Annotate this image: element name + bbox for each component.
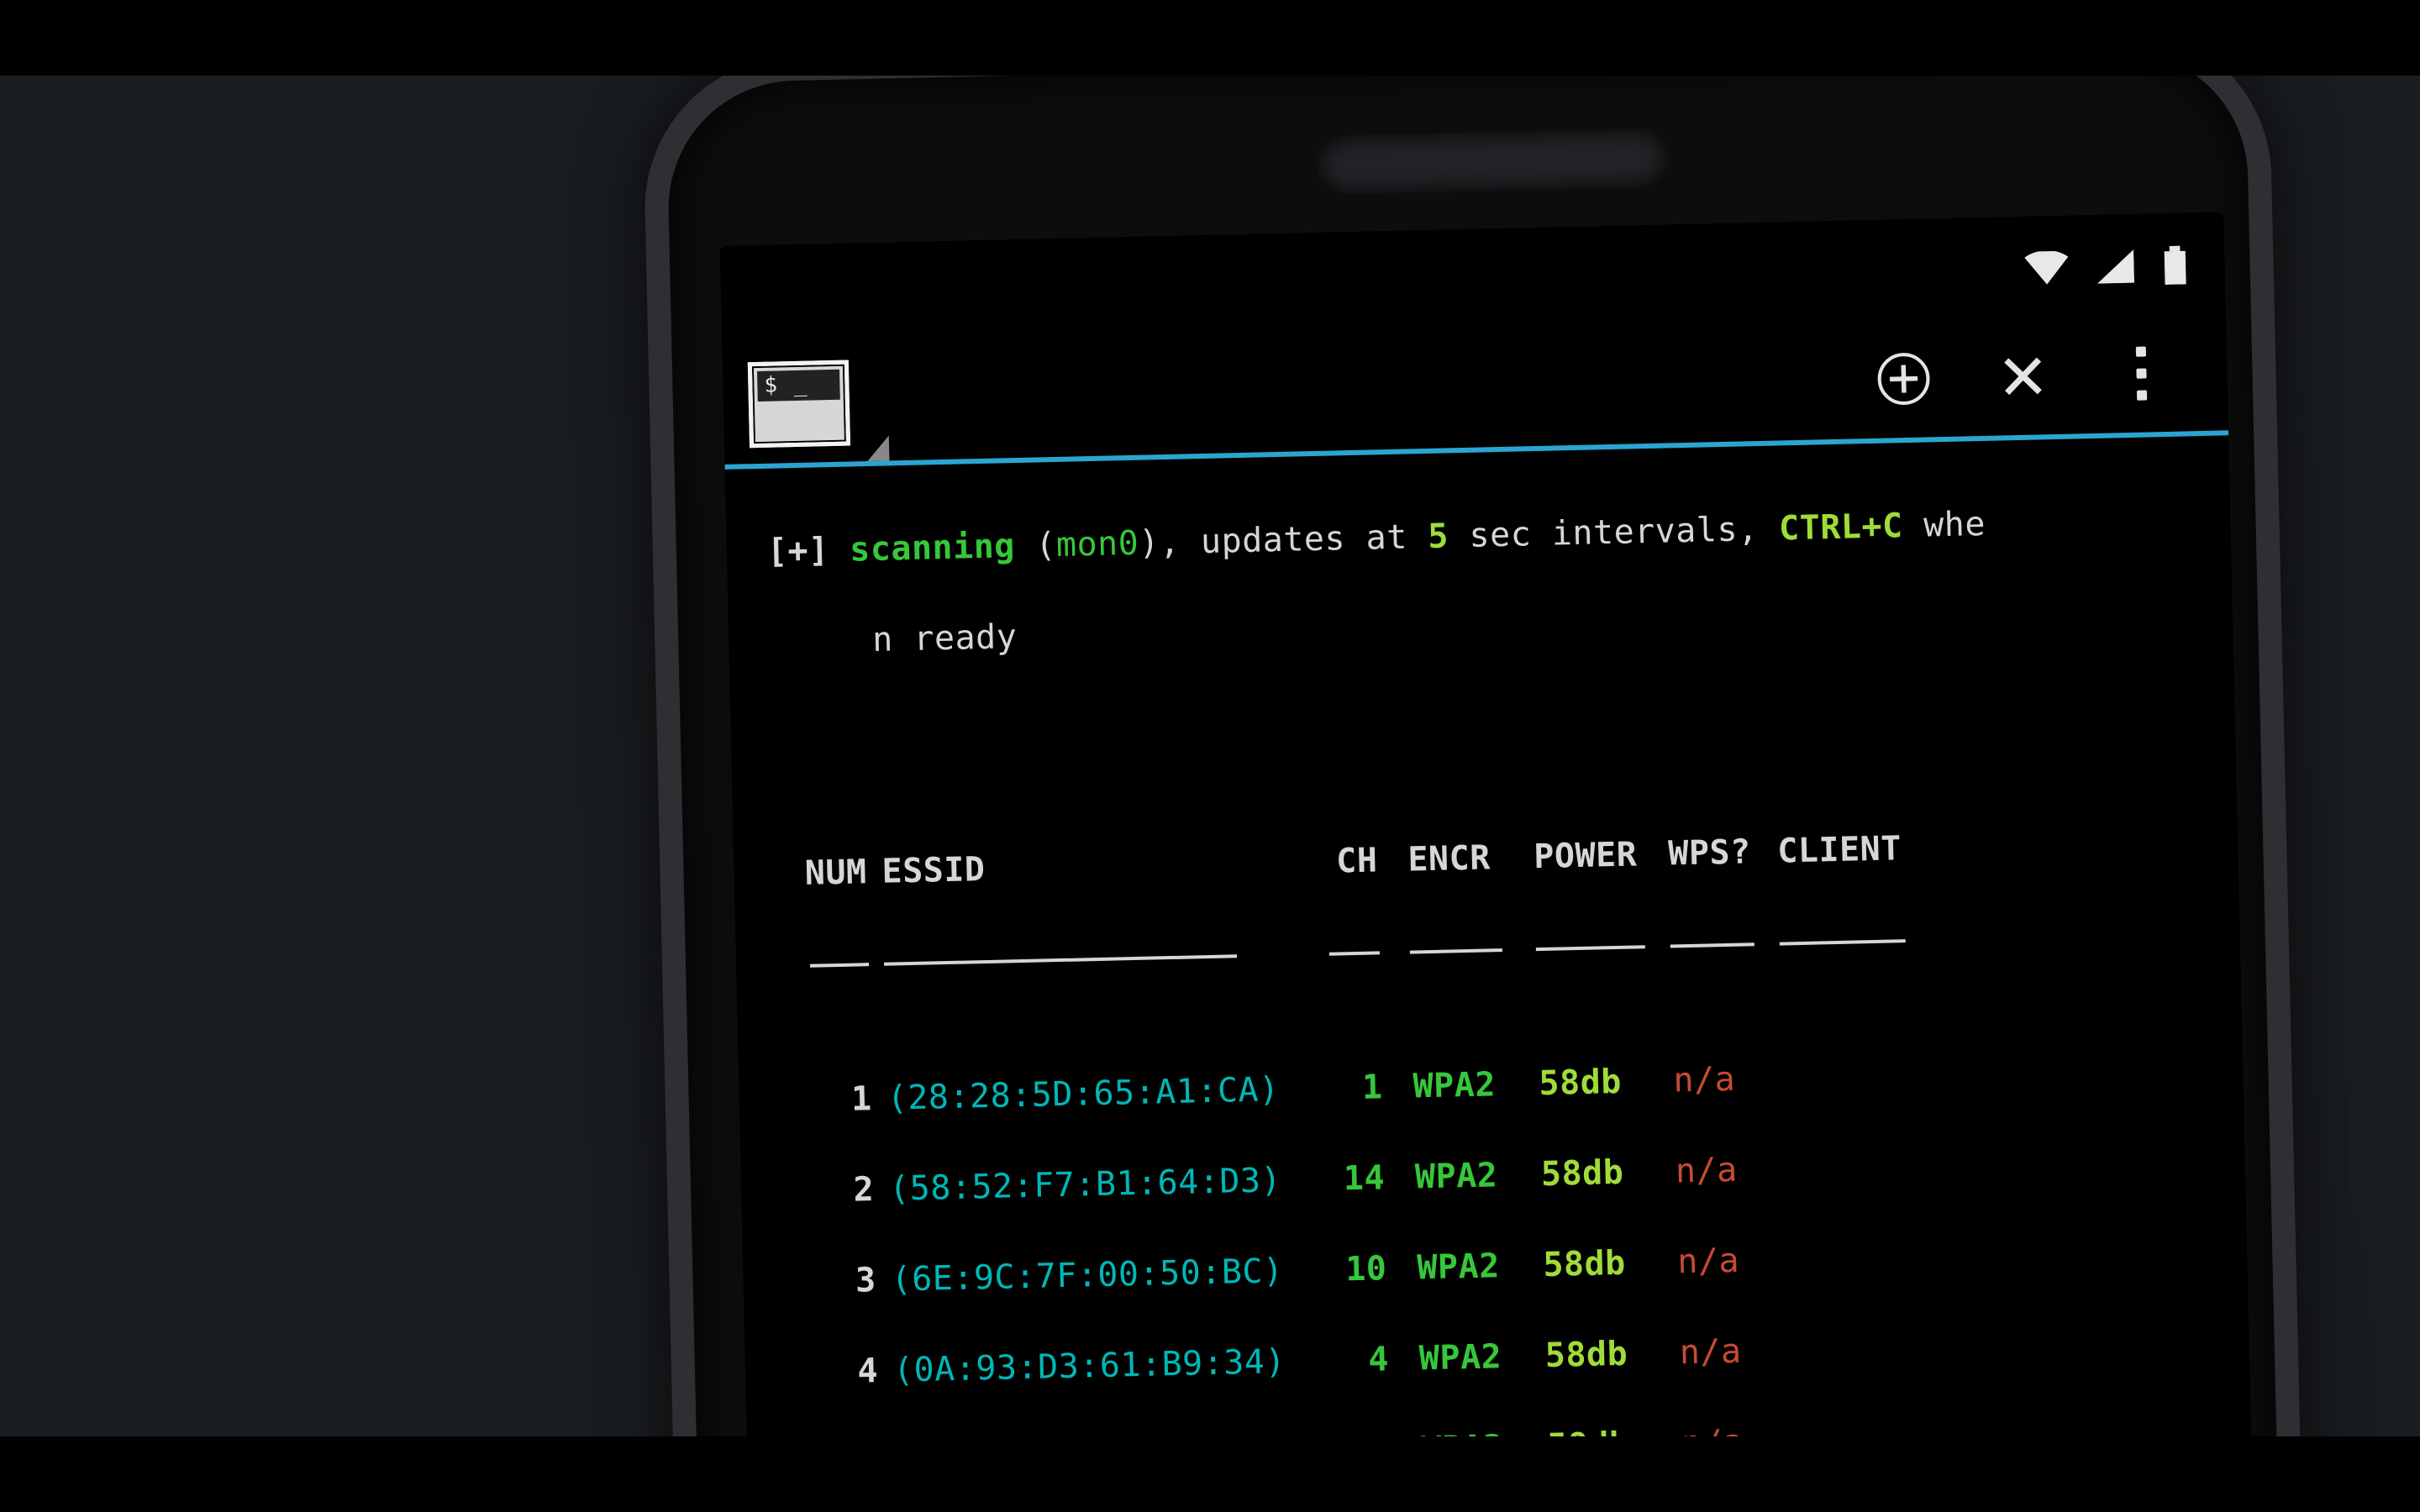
table-header: NUMESSIDCHENCRPOWERWPS?CLIENT <box>774 819 2223 897</box>
bracket-plus: [+] <box>766 531 850 571</box>
table-row: 2(58:52:F7:B1:64:D3)14WPA258dbn/a <box>781 1136 2231 1214</box>
hotkey-ctrl-c: CTRL+C <box>1779 507 1904 548</box>
table-header-rule <box>776 910 2225 988</box>
word-scanning: scanning <box>850 527 1016 569</box>
overflow-menu-button[interactable] <box>2111 342 2175 406</box>
scene-frame: $ _ <box>0 76 2420 1436</box>
terminal-output[interactable]: [+] scanning (mon0), updates at 5 sec in… <box>725 435 2256 1436</box>
table-row: 1(28:28:5D:65:A1:CA)1WPA258dbn/a <box>779 1046 2228 1124</box>
wifi-icon <box>2024 251 2069 286</box>
tab-dropdown-icon[interactable] <box>867 435 890 461</box>
terminal-tab[interactable]: $ _ <box>748 360 850 449</box>
interface-name: mon0 <box>1055 524 1139 564</box>
add-tab-button[interactable] <box>1872 347 1936 411</box>
phone-speaker <box>1316 128 1670 195</box>
terminal-tab-label: $ _ <box>757 370 840 402</box>
cellular-icon <box>2096 249 2134 284</box>
battery-icon <box>2162 245 2188 285</box>
table-row: 5(31:94:97:1F:BF:33)7WPA258dbn/a <box>787 1408 2237 1436</box>
table-row: 3(6E:9C:7F:00:50:BC)10WPA258dbn/a <box>783 1226 2233 1305</box>
table-row: 4(0A:93:D3:61:B9:34)4WPA258dbn/a <box>785 1317 2234 1395</box>
close-button[interactable] <box>1991 344 2055 408</box>
interval-seconds: 5 <box>1428 517 1449 556</box>
phone-body: $ _ <box>642 76 2306 1436</box>
ap-table: NUMESSIDCHENCRPOWERWPS?CLIENT 1(28:28:5D… <box>773 774 2243 1436</box>
phone-screen: $ _ <box>720 212 2256 1436</box>
